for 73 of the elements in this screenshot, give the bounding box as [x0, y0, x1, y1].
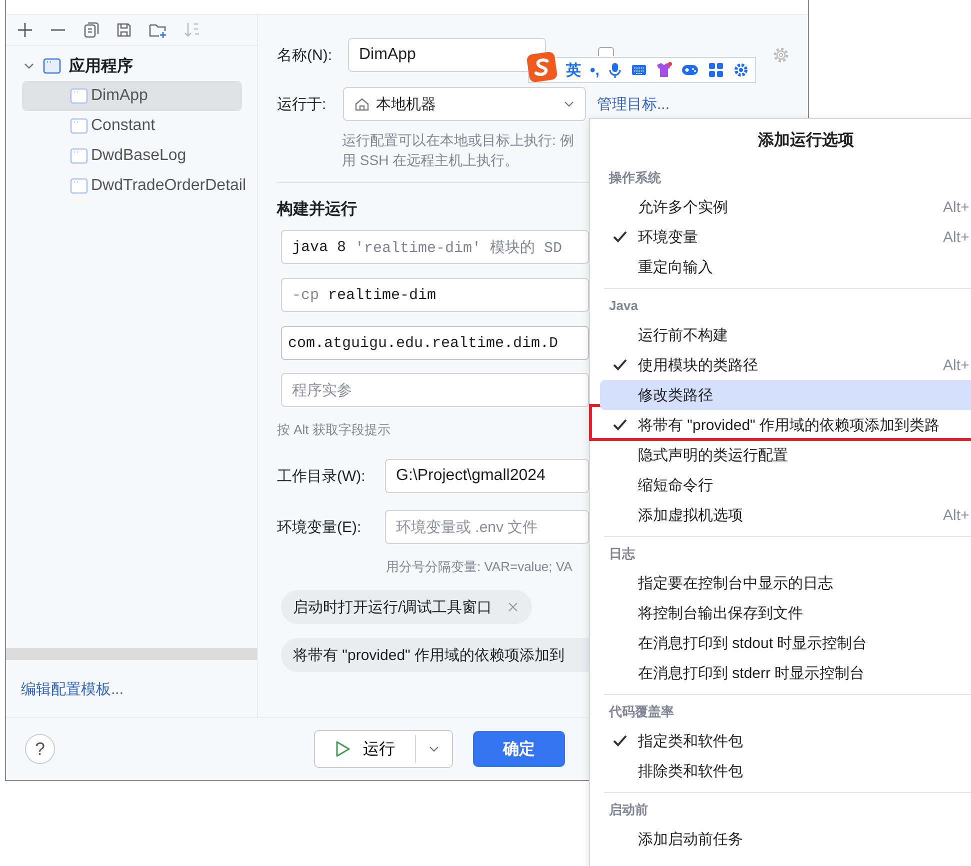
menu-item[interactable]: 添加启动前任务	[600, 824, 971, 854]
field-hint: 按 Alt 获取字段提示	[277, 421, 390, 439]
workdir-label: 工作目录(W):	[277, 466, 366, 486]
menu-item[interactable]: 将控制台输出保存到文件	[600, 598, 971, 628]
name-label: 名称(N):	[277, 46, 333, 64]
ime-logo-icon[interactable]	[527, 52, 557, 82]
copy-icon[interactable]	[82, 21, 100, 39]
app-icon	[70, 148, 88, 164]
jre-field[interactable]: java 8 'realtime-dim' 模块的 SD	[281, 230, 589, 264]
app-icon	[70, 88, 88, 104]
section-title: 构建并运行	[277, 199, 357, 220]
menu-item[interactable]: 排除类和软件包	[600, 756, 971, 786]
option-chip[interactable]: 启动时打开运行/调试工具窗口	[281, 590, 532, 624]
workdir-field[interactable]: G:\Project\gmall2024	[385, 459, 589, 493]
shortcut-hint: Alt+	[943, 506, 970, 524]
classpath-field[interactable]: -cp realtime-dim	[281, 278, 589, 312]
menu-item[interactable]: 指定要在控制台中显示的日志	[600, 568, 971, 598]
settings-icon[interactable]	[733, 62, 750, 78]
ime-mode-toggle[interactable]: 英	[566, 60, 581, 80]
menu-group-label: 代码覆盖率	[609, 703, 674, 721]
manage-targets-link[interactable]: 管理目标...	[597, 94, 670, 114]
menu-group-label: 操作系统	[609, 169, 661, 187]
menu-item[interactable]: 指定类和软件包	[600, 726, 971, 756]
menu-item[interactable]: 将带有 "provided" 作用域的依赖项添加到类路	[600, 410, 971, 440]
tree-item[interactable]: DimApp	[22, 81, 242, 111]
play-icon	[335, 740, 351, 758]
store-checkbox[interactable]	[598, 47, 614, 56]
run-on-hint: 用 SSH 在远程主机上执行。	[342, 151, 519, 170]
env-hint: 用分号分隔变量: VAR=value; VA	[386, 558, 572, 576]
menu-item[interactable]: 运行前不构建	[600, 320, 971, 350]
main-class-field[interactable]: com.atguigu.edu.realtime.dim.D	[281, 326, 589, 360]
menu-item[interactable]: 隐式声明的类运行配置	[600, 440, 971, 470]
add-icon[interactable]	[16, 21, 34, 39]
menu-group-label: Java	[609, 297, 638, 315]
gamepad-icon[interactable]	[681, 63, 700, 77]
microphone-icon[interactable]	[608, 62, 622, 78]
grid-icon[interactable]	[708, 62, 724, 78]
close-icon[interactable]	[508, 602, 518, 612]
env-label: 环境变量(E):	[277, 518, 362, 536]
menu-item[interactable]: 添加虚拟机选项 Alt+	[600, 500, 971, 530]
menu-group-label: 启动前	[609, 801, 648, 819]
edit-templates-link[interactable]: 编辑配置模板...	[21, 680, 257, 700]
tree-item[interactable]: Constant	[22, 111, 242, 141]
menu-item[interactable]: 缩短命令行	[600, 470, 971, 500]
help-button[interactable]: ?	[25, 734, 55, 764]
target-dropdown[interactable]: 本地机器	[343, 87, 586, 121]
app-icon	[70, 118, 88, 134]
menu-item[interactable]: 重定向输入	[600, 252, 971, 282]
run-on-label: 运行于:	[277, 94, 328, 114]
home-icon	[354, 96, 370, 112]
menu-item[interactable]: 允许多个实例 Alt+	[600, 192, 971, 222]
program-args-field[interactable]: 程序实参	[281, 373, 589, 407]
app-icon	[43, 58, 61, 74]
shirt-icon[interactable]	[656, 62, 672, 78]
menu-item[interactable]: 环境变量 Alt+	[600, 222, 971, 252]
name-field[interactable]: DimApp	[348, 38, 546, 72]
shortcut-hint: Alt+	[943, 228, 970, 246]
keyboard-icon[interactable]	[631, 63, 648, 77]
ok-button[interactable]: 确定	[473, 731, 565, 768]
run-on-hint: 运行配置可以在本地或目标上执行: 例	[342, 131, 574, 150]
scrollbar[interactable]	[6, 648, 257, 660]
ime-punctuation-toggle[interactable]: •,	[590, 62, 600, 78]
menu-item[interactable]: 使用模块的类路径 Alt+	[600, 350, 971, 380]
menu-item[interactable]: 修改类路径	[600, 380, 971, 410]
shortcut-hint: Alt+	[943, 356, 970, 374]
menu-group-label: 日志	[609, 545, 635, 563]
tree-group-label[interactable]: 应用程序	[69, 56, 133, 76]
env-field[interactable]: 环境变量或 .env 文件	[385, 510, 589, 544]
popup-title: 添加运行选项	[758, 131, 854, 150]
shortcut-hint: Alt+	[943, 198, 970, 216]
save-icon[interactable]	[115, 21, 133, 39]
tree-item[interactable]: DwdBaseLog	[22, 141, 242, 171]
app-icon	[70, 178, 88, 194]
